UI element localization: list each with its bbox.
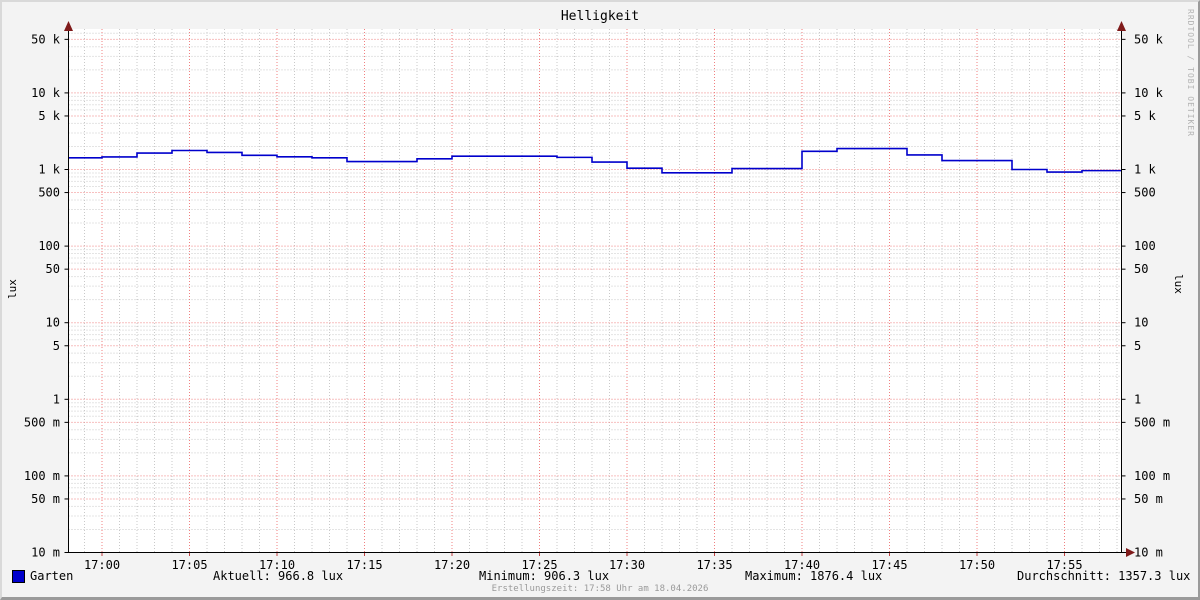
y-tick-label-left: 1 k — [38, 163, 60, 177]
y-tick-label-right: 1 k — [1134, 163, 1156, 177]
y-axis-label-right: lux — [1172, 274, 1185, 294]
x-tick-label: 17:00 — [84, 558, 120, 572]
y-tick-label-right: 5 k — [1134, 109, 1156, 123]
y-tick-label-right: 500 m — [1134, 415, 1170, 429]
rrdtool-watermark: RRDTOOL / TOBI OETIKER — [1186, 9, 1195, 137]
legend-series-name: Garten — [30, 569, 74, 583]
y-tick-label-left: 50 — [46, 262, 60, 276]
legend-swatch — [12, 570, 25, 583]
stat-minimum: Minimum: 906.3 lux — [479, 569, 610, 583]
x-tick-label: 17:50 — [959, 558, 995, 572]
y-tick-label-left: 10 m — [31, 546, 60, 560]
y-tick-label-left: 10 k — [31, 86, 61, 100]
y-tick-label-right: 50 k — [1134, 32, 1164, 46]
y-tick-label-right: 1 — [1134, 392, 1141, 406]
x-tick-label: 17:15 — [346, 558, 382, 572]
y-axis-label-left: lux — [6, 279, 19, 299]
y-tick-label-left: 5 — [53, 339, 60, 353]
y-tick-label-left: 100 m — [24, 469, 60, 483]
y-tick-label-right: 10 — [1134, 316, 1148, 330]
x-tick-label: 17:35 — [696, 558, 732, 572]
y-tick-label-right: 5 — [1134, 339, 1141, 353]
y-tick-label-left: 1 — [53, 392, 60, 406]
plot-canvas — [68, 29, 1122, 553]
y-tick-label-right: 10 m — [1134, 546, 1163, 560]
creation-time: Erstellungszeit: 17:58 Uhr am 18.04.2026 — [491, 584, 709, 594]
stat-aktuell: Aktuell: 966.8 lux — [213, 569, 344, 583]
y-tick-label-left: 500 m — [24, 415, 60, 429]
y-tick-label-left: 10 — [46, 316, 60, 330]
y-tick-label-right: 10 k — [1134, 86, 1164, 100]
y-tick-label-right: 100 m — [1134, 469, 1170, 483]
y-tick-label-left: 50 m — [31, 492, 60, 506]
y-tick-label-left: 500 — [38, 186, 60, 200]
plot-area: 17:00 17:05 17:10 17:15 17:20 17:25 17:30 17:35… — [24, 21, 1170, 572]
stat-durchschnitt: Durchschnitt: 1357.3 lux — [1017, 569, 1191, 583]
y-tick-label-right: 500 — [1134, 186, 1156, 200]
y-tick-label-left: 50 k — [31, 32, 61, 46]
y-tick-label-right: 50 m — [1134, 492, 1163, 506]
x-tick-label: 17:30 — [609, 558, 645, 572]
x-tick-label: 17:20 — [434, 558, 470, 572]
x-tick-label: 17:05 — [171, 558, 207, 572]
rrdtool-graph: 17:00 17:05 17:10 17:15 17:20 17:25 17:30 17:35… — [0, 0, 1200, 600]
y-tick-label-right: 100 — [1134, 239, 1156, 253]
y-tick-label-right: 50 — [1134, 262, 1148, 276]
y-tick-label-left: 5 k — [38, 109, 60, 123]
chart-title: Helligkeit — [560, 9, 640, 24]
y-tick-label-left: 100 — [38, 239, 60, 253]
stat-maximum: Maximum: 1876.4 lux — [745, 569, 883, 583]
